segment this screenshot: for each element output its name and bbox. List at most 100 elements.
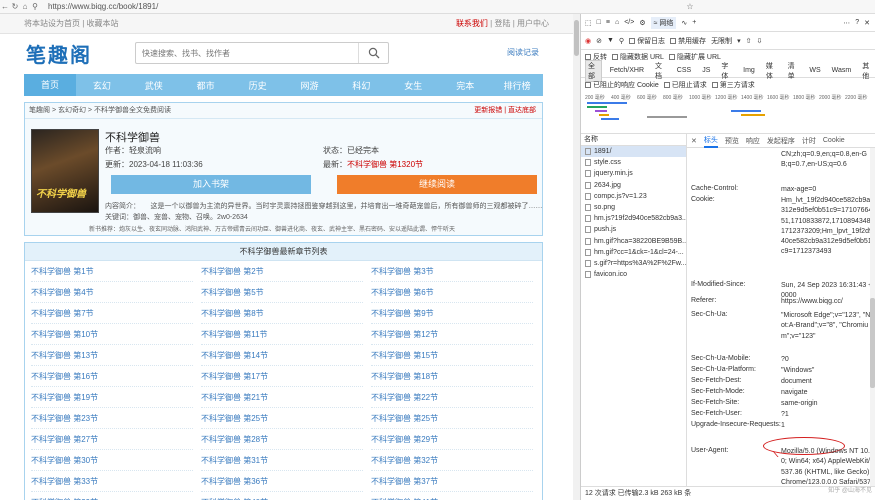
chapter-link[interactable]: 不科学御兽 第16节	[31, 366, 193, 387]
hide-ext-urls-checkbox[interactable]: 隐藏扩展 URL	[668, 52, 721, 62]
bug-icon[interactable]: ⚙	[639, 19, 645, 27]
chapter-link[interactable]: 不科学御兽 第5节	[201, 282, 363, 303]
code-icon[interactable]: </>	[624, 19, 634, 26]
chapter-link[interactable]: 不科学御兽 第19节	[31, 387, 193, 408]
chapter-link[interactable]: 不科学御兽 第15节	[371, 345, 533, 366]
chapter-link[interactable]: 不科学御兽 第30节	[31, 450, 193, 471]
tab-cookie[interactable]: Cookie	[823, 137, 845, 144]
more-icon[interactable]: ⋯	[843, 19, 850, 27]
chapter-link[interactable]: 不科学御兽 第36节	[201, 471, 363, 492]
login-link[interactable]: 登陆	[494, 19, 510, 28]
detail-scrollbar-thumb[interactable]	[870, 298, 875, 388]
export-icon[interactable]: ⇩	[756, 37, 762, 45]
chapter-link[interactable]: 不科学御兽 第39节	[31, 492, 193, 500]
request-row[interactable]: hm.gif?cc=1&ck=-1&cl=24-...	[581, 247, 686, 258]
import-icon[interactable]: ⇧	[746, 37, 752, 45]
nav-item-home[interactable]: 首页	[24, 74, 76, 96]
filter-icon[interactable]: ▼	[607, 37, 614, 44]
set-home-link[interactable]: 将本站设为首页 | 收藏本站	[24, 18, 119, 29]
waterfall-overview[interactable]: 200 毫秒 400 毫秒 600 毫秒 800 毫秒 1000 毫秒 1200 毫秒 14…	[581, 92, 875, 134]
chapter-link[interactable]: 不科学御兽 第7节	[31, 303, 193, 324]
preserve-log-checkbox[interactable]: 保留日志	[629, 36, 665, 46]
search-icon[interactable]: ⚲	[619, 37, 624, 45]
disable-cache-checkbox[interactable]: 禁用缓存	[670, 36, 706, 46]
detail-close-icon[interactable]: ✕	[691, 137, 697, 145]
star-icon[interactable]: ☆	[685, 2, 695, 11]
request-row[interactable]: compc.js?v=1.23	[581, 191, 686, 202]
tab-initiator[interactable]: 发起程序	[767, 136, 795, 146]
chapter-link[interactable]: 不科学御兽 第13节	[31, 345, 193, 366]
page-scrollbar[interactable]	[573, 14, 580, 500]
tab-headers[interactable]: 标头	[703, 134, 718, 148]
nav-item-wuxia[interactable]: 武侠	[128, 79, 180, 92]
request-row[interactable]: 1891/	[581, 146, 686, 158]
filter-chip[interactable]: Fetch/XHR	[607, 66, 647, 75]
search-input[interactable]	[136, 43, 356, 63]
nav-item-history[interactable]: 历史	[232, 79, 284, 92]
filter-chip[interactable]: WS	[806, 66, 823, 75]
chapter-link[interactable]: 不科学御兽 第11节	[201, 324, 363, 345]
nav-item-ranking[interactable]: 排行榜	[491, 79, 543, 92]
chapter-link[interactable]: 不科学御兽 第14节	[201, 345, 363, 366]
blocked-requests-checkbox[interactable]: 已阻止请求	[663, 80, 707, 90]
close-icon[interactable]: ✕	[864, 19, 870, 27]
chapter-link[interactable]: 不科学御兽 第31节	[201, 450, 363, 471]
contact-link[interactable]: 联系我们	[456, 19, 488, 28]
chapter-link[interactable]: 不科学御兽 第1节	[31, 261, 193, 282]
request-row[interactable]: s.gif?r=https%3A%2F%2Fw...	[581, 258, 686, 269]
chapter-link[interactable]: 不科学御兽 第4节	[31, 282, 193, 303]
filter-chip[interactable]: Wasm	[829, 66, 855, 75]
chapter-link[interactable]: 不科学御兽 第22节	[371, 387, 533, 408]
chapter-link[interactable]: 不科学御兽 第28节	[201, 429, 363, 450]
inspect-icon[interactable]: ⬚	[585, 19, 592, 27]
throttle-select[interactable]: 无限制	[711, 36, 732, 46]
tab-timing[interactable]: 计时	[802, 136, 816, 146]
clear-icon[interactable]: ⊘	[596, 37, 602, 45]
user-center-link[interactable]: 用户中心	[517, 19, 549, 28]
site-logo[interactable]: 笔趣阁	[26, 39, 92, 68]
back-icon[interactable]: ←	[0, 2, 10, 11]
latest-chapter-link[interactable]: 不科学御兽 第1320节	[347, 160, 423, 169]
chapter-link[interactable]: 不科学御兽 第40节	[201, 492, 363, 500]
url-text[interactable]: https://www.biqg.cc/book/1891/	[48, 2, 158, 11]
add-tab-icon[interactable]: +	[692, 19, 696, 26]
third-party-checkbox[interactable]: 第三方请求	[711, 80, 755, 90]
tab-preview[interactable]: 预览	[725, 136, 739, 146]
filter-chip[interactable]: Img	[740, 66, 758, 75]
help-icon[interactable]: ?	[855, 19, 859, 26]
filter-chip[interactable]: JS	[699, 66, 713, 75]
chapter-link[interactable]: 不科学御兽 第25节	[201, 408, 363, 429]
request-row[interactable]: favicon.ico	[581, 269, 686, 280]
report-error-link[interactable]: 更新报错 | 直达底部	[474, 103, 536, 119]
request-row[interactable]: 2634.jpg	[581, 180, 686, 191]
chapter-link[interactable]: 不科学御兽 第37节	[371, 471, 533, 492]
book-cover[interactable]: 不科学御兽	[31, 129, 99, 213]
chapter-link[interactable]: 不科学御兽 第33节	[31, 471, 193, 492]
record-icon[interactable]: ◉	[585, 37, 591, 45]
request-row[interactable]: so.png	[581, 202, 686, 213]
breadcrumb-text[interactable]: 笔趣阁 > 玄幻奇幻 > 不科学御兽全文免费阅读	[29, 107, 171, 114]
chapter-link[interactable]: 不科学御兽 第32节	[371, 450, 533, 471]
chapter-link[interactable]: 不科学御兽 第29节	[371, 429, 533, 450]
nav-item-game[interactable]: 网游	[284, 79, 336, 92]
tab-response[interactable]: 响应	[746, 136, 760, 146]
blocked-cookies-checkbox[interactable]: 已阻止的响应 Cookie	[585, 80, 659, 90]
nav-item-female[interactable]: 女生	[387, 79, 439, 92]
chapter-link[interactable]: 不科学御兽 第6节	[371, 282, 533, 303]
chapter-link[interactable]: 不科学御兽 第17节	[201, 366, 363, 387]
filter-chip[interactable]: CSS	[674, 66, 694, 75]
nav-item-fantasy[interactable]: 玄幻	[76, 79, 128, 92]
read-log-link[interactable]: 阅读记录	[507, 47, 539, 58]
chapter-link[interactable]: 不科学御兽 第23节	[31, 408, 193, 429]
chapter-link[interactable]: 不科学御兽 第27节	[31, 429, 193, 450]
chapter-link[interactable]: 不科学御兽 第8节	[201, 303, 363, 324]
home-icon[interactable]: ⌂	[615, 19, 619, 26]
detail-scrollbar[interactable]	[870, 148, 875, 486]
continue-reading-button[interactable]: 继续阅读	[337, 175, 537, 194]
chevron-down-icon[interactable]: ▾	[737, 37, 741, 45]
add-to-shelf-button[interactable]: 加入书架	[111, 175, 311, 194]
scrollbar-thumb[interactable]	[574, 20, 579, 56]
column-name-header[interactable]: 名称	[581, 134, 686, 146]
request-row[interactable]: push.js	[581, 224, 686, 235]
request-row[interactable]: jquery.min.js	[581, 168, 686, 179]
